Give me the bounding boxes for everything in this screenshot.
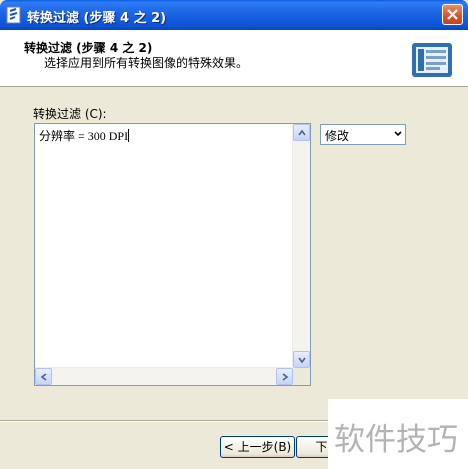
window-title: 转换过滤 (步骤 4 之 2) xyxy=(27,11,167,26)
wizard-header: 转换过滤 (步骤 4 之 2) 选择应用到所有转换图像的特殊效果。 xyxy=(0,30,468,87)
chevron-left-icon xyxy=(40,373,47,381)
header-subtitle: 选择应用到所有转换图像的特殊效果。 xyxy=(44,56,249,70)
horizontal-scrollbar[interactable] xyxy=(35,367,293,385)
back-button[interactable]: < 上一步(B) xyxy=(220,436,295,458)
filter-text-value: 分辨率 = 300 DPI xyxy=(39,129,129,143)
chevron-down-icon xyxy=(394,131,402,137)
filter-text: 分辨率 = 300 DPI xyxy=(39,127,130,144)
scroll-up-button[interactable] xyxy=(293,124,310,141)
scrollbar-corner xyxy=(293,368,310,385)
chevron-up-icon xyxy=(298,129,306,136)
chevron-right-icon xyxy=(282,373,289,381)
watermark: 软件技巧 xyxy=(328,399,468,469)
scroll-right-button[interactable] xyxy=(276,368,293,385)
scroll-down-button[interactable] xyxy=(293,351,310,368)
filter-textarea[interactable]: 分辨率 = 300 DPI xyxy=(34,123,311,386)
filter-label: 转换过滤 (C): xyxy=(33,107,107,121)
scroll-left-button[interactable] xyxy=(35,368,52,385)
dialog-window: 转换过滤 (步骤 4 之 2) 转换过滤 (步骤 4 之 2) 选择应用到所有转… xyxy=(0,0,468,469)
wizard-icon xyxy=(410,40,456,80)
action-select-value: 修改 xyxy=(325,129,350,143)
app-icon xyxy=(6,6,22,24)
action-select[interactable]: 修改 xyxy=(320,124,406,145)
text-caret xyxy=(128,129,130,142)
title-bar[interactable]: 转换过滤 (步骤 4 之 2) xyxy=(0,0,468,30)
vertical-scrollbar[interactable] xyxy=(292,124,310,368)
close-icon xyxy=(447,9,458,20)
chevron-down-icon xyxy=(298,357,306,364)
close-button[interactable] xyxy=(442,4,463,25)
watermark-text: 软件技巧 xyxy=(334,422,458,458)
